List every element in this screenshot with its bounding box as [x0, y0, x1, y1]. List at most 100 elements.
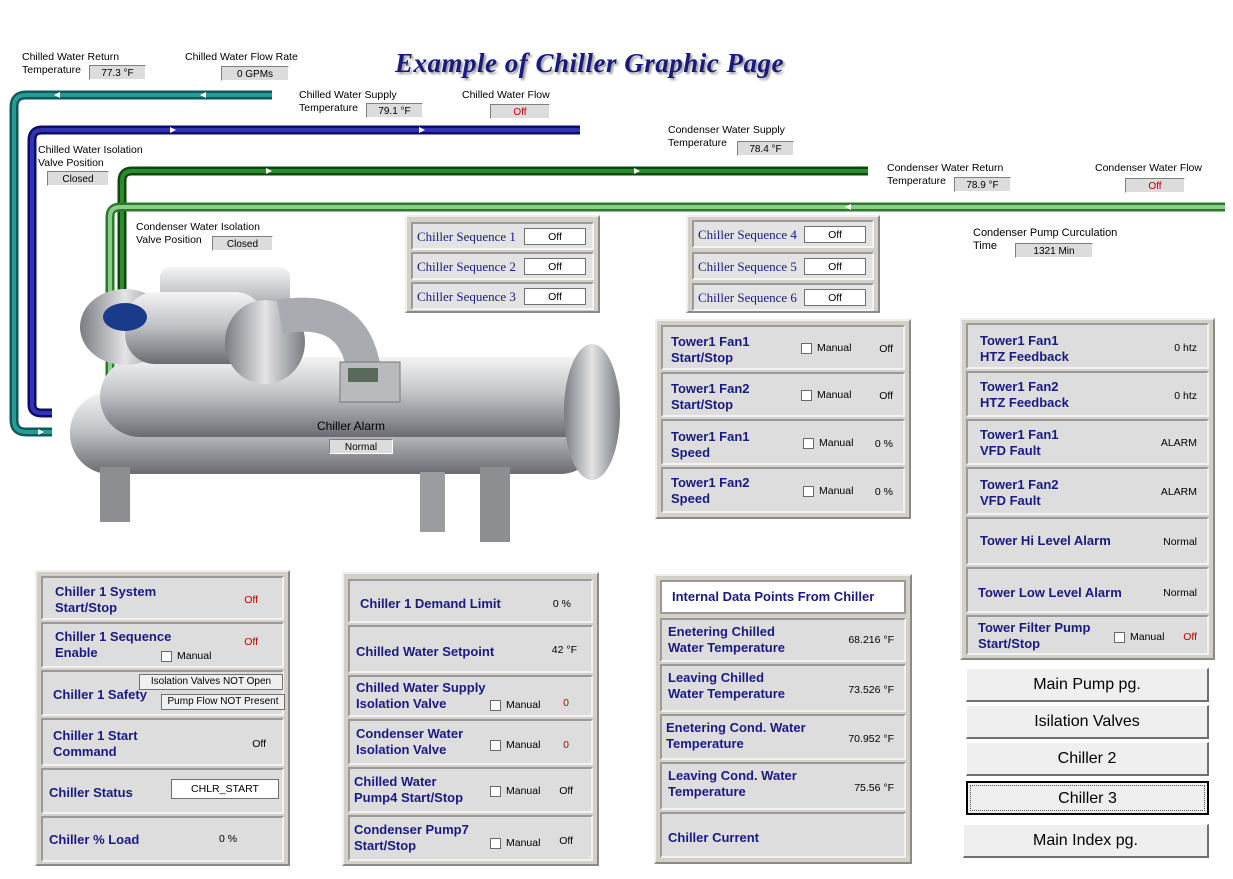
sequence-value[interactable]: Off — [804, 258, 866, 275]
tower-fan-label: Tower1 Fan2 Start/Stop — [671, 381, 750, 412]
manual-checkbox[interactable]: Manual — [161, 650, 211, 662]
tower-status-row: Tower1 Fan2 HTZ Feedback 0 htz — [966, 371, 1209, 417]
main-index-button[interactable]: Main Index pg. — [963, 824, 1209, 858]
internal-data-panel: Internal Data Points From Chiller Eneter… — [654, 574, 912, 864]
checkbox-icon[interactable] — [803, 485, 814, 497]
safety-message: Isolation Valves NOT Open — [139, 674, 283, 690]
manual-checkbox[interactable]: Manual — [803, 485, 853, 497]
tower-fan-value: 0 % — [874, 438, 893, 450]
chiller1-start-label: Chiller 1 Start Command — [53, 728, 138, 759]
cw-return-value: 78.9 °F — [954, 177, 1011, 192]
safety-message: Pump Flow NOT Present — [161, 694, 285, 710]
tower-fan-row: Tower1 Fan1 Start/Stop Manual Off — [661, 325, 905, 370]
chiller-alarm-label: Chiller Alarm — [317, 419, 386, 433]
chw-flow-rate-label: Chilled Water Flow Rate — [185, 51, 298, 63]
checkbox-icon[interactable] — [490, 739, 501, 751]
manual-checkbox[interactable]: Manual — [1114, 631, 1164, 643]
setpoint-label: Condenser Pump7 Start/Stop — [354, 822, 469, 853]
checkbox-icon[interactable] — [161, 650, 172, 662]
sequence-row: Chiller Sequence 6 Off — [692, 283, 874, 311]
chiller1-sequence-row: Chiller 1 Sequence Enable Manual Off — [41, 622, 284, 668]
chiller-status-field[interactable]: CHLR_START — [171, 779, 279, 799]
tower-status-label: Tower Filter Pump Start/Stop — [978, 620, 1091, 651]
chw-flow-label: Chilled Water Flow — [462, 89, 550, 101]
sequence-value[interactable]: Off — [804, 226, 866, 243]
manual-checkbox[interactable]: Manual — [490, 785, 540, 797]
tower-fan-value: 0 % — [874, 486, 893, 498]
chiller-status-row: Chiller Status CHLR_START — [41, 768, 284, 814]
tower-status-value: Normal — [1163, 536, 1197, 548]
sequence-value[interactable]: Off — [524, 288, 586, 305]
cw-flow-label: Condenser Water Flow — [1095, 162, 1202, 174]
checkbox-icon[interactable] — [490, 837, 501, 849]
chiller1-system-label: Chiller 1 System Start/Stop — [55, 584, 157, 615]
manual-checkbox[interactable]: Manual — [490, 699, 540, 711]
manual-checkbox[interactable]: Manual — [801, 389, 851, 401]
chiller-2-button[interactable]: Chiller 2 — [966, 742, 1209, 776]
checkbox-icon[interactable] — [490, 785, 501, 797]
chiller-alarm-value: Normal — [329, 439, 393, 454]
internal-data-label: Leaving Chilled Water Temperature — [668, 670, 786, 701]
main-pump-button[interactable]: Main Pump pg. — [966, 668, 1209, 702]
setpoint-row: Condenser Pump7 Start/Stop Manual Off — [348, 815, 593, 861]
chiller-status-label: Chiller Status — [49, 785, 133, 800]
sequence-value[interactable]: Off — [524, 228, 586, 245]
isolation-valves-button[interactable]: Isilation Valves — [966, 705, 1209, 739]
sequence-label: Chiller Sequence 4 — [698, 227, 797, 242]
tower-status-row: Tower Hi Level Alarm Normal — [966, 517, 1209, 565]
tower-fan-label: Tower1 Fan1 Start/Stop — [671, 334, 750, 365]
tower-status-value: Off — [1183, 631, 1197, 643]
setpoint-label: Chilled Water Pump4 Start/Stop — [354, 774, 464, 805]
chiller1-start-value: Off — [252, 738, 266, 750]
checkbox-icon[interactable] — [801, 342, 812, 354]
internal-data-label: Chiller Current — [668, 830, 760, 845]
setpoint-label: Condenser Water Isolation Valve — [356, 726, 464, 757]
sequence-row: Chiller Sequence 1 Off — [411, 222, 594, 250]
manual-checkbox[interactable]: Manual — [490, 739, 540, 751]
sequence-label: Chiller Sequence 1 — [417, 229, 516, 244]
checkbox-icon[interactable] — [803, 437, 814, 449]
manual-checkbox[interactable]: Manual — [803, 437, 853, 449]
tower-fan-row: Tower1 Fan2 Speed Manual 0 % — [661, 467, 905, 513]
chiller1-sequence-label: Chiller 1 Sequence Enable — [55, 629, 172, 660]
tower-fans-panel: Tower1 Fan1 Start/Stop Manual Off Tower1 … — [655, 319, 911, 519]
tower-status-value: Normal — [1163, 587, 1197, 599]
chw-return-value: 77.3 °F — [89, 65, 146, 80]
tower-status-label: Tower Hi Level Alarm — [980, 533, 1111, 548]
tower-fan-row: Tower1 Fan2 Start/Stop Manual Off — [661, 372, 905, 417]
chw-isolation-value: Closed — [47, 171, 109, 186]
chiller1-safety-row: Chiller 1 Safety Isolation Valves NOT Op… — [41, 670, 285, 716]
internal-data-row: Enetering Chilled Water Temperature 68.21… — [660, 618, 906, 662]
tower-fan-row: Tower1 Fan1 Speed Manual 0 % — [661, 419, 905, 465]
cond-pump-circ-value: 1321 Min — [1015, 243, 1093, 258]
sequence-label: Chiller Sequence 6 — [698, 290, 797, 305]
setpoint-value: 0 — [563, 739, 569, 751]
sequence-panel-left: Chiller Sequence 1 Off Chiller Sequence … — [405, 215, 600, 313]
manual-checkbox[interactable]: Manual — [801, 342, 851, 354]
tower-status-row: Tower Low Level Alarm Normal — [966, 567, 1209, 613]
checkbox-icon[interactable] — [1114, 631, 1125, 643]
setpoint-label: Chiller 1 Demand Limit — [360, 596, 501, 611]
cw-flow-value: Off — [1125, 178, 1185, 193]
sequence-label: Chiller Sequence 3 — [417, 289, 516, 304]
setpoint-row: Condenser Water Isolation Valve Manual 0 — [348, 719, 593, 765]
setpoint-value: 0 — [563, 697, 569, 709]
sequence-row: Chiller Sequence 3 Off — [411, 282, 594, 310]
tower-status-row: Tower1 Fan1 HTZ Feedback 0 htz — [966, 323, 1209, 369]
sequence-value[interactable]: Off — [524, 258, 586, 275]
chiller-load-label: Chiller % Load — [49, 832, 140, 847]
manual-checkbox[interactable]: Manual — [490, 837, 540, 849]
setpoint-value: 42 °F — [551, 644, 577, 656]
setpoint-row: Chilled Water Pump4 Start/Stop Manual Off — [348, 767, 593, 813]
carrier-logo-icon — [103, 303, 147, 331]
tower-status-value: 0 htz — [1174, 390, 1197, 402]
sequence-value[interactable]: Off — [804, 289, 866, 306]
setpoint-label: Chilled Water Supply Isolation Valve — [356, 680, 486, 711]
internal-data-header: Internal Data Points From Chiller — [660, 580, 906, 614]
chiller-3-button[interactable]: Chiller 3 — [966, 781, 1209, 815]
tower-status-label: Tower1 Fan1 HTZ Feedback — [980, 333, 1069, 364]
checkbox-icon[interactable] — [801, 389, 812, 401]
setpoint-value: Off — [559, 835, 573, 847]
checkbox-icon[interactable] — [490, 699, 501, 711]
tower-status-row: Tower1 Fan2 VFD Fault ALARM — [966, 467, 1209, 515]
